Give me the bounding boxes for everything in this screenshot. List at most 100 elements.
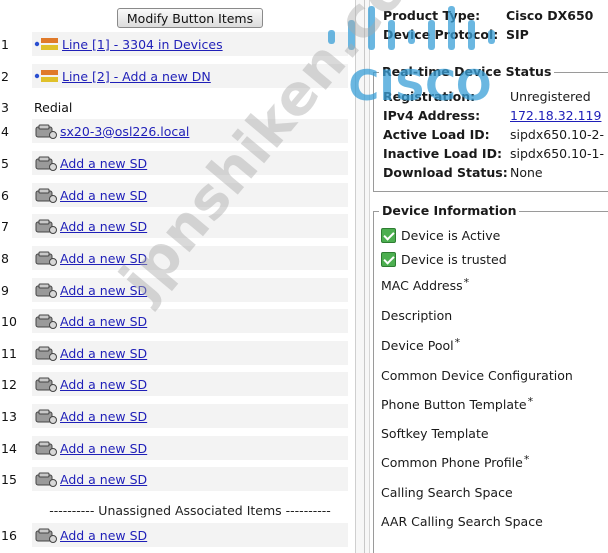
active-load-value: sipdx650.10-2- <box>510 127 604 142</box>
field-label-text: Device Pool <box>381 338 454 353</box>
download-status-row: Download Status: None <box>383 165 543 180</box>
button-row: 12 Add a new SD <box>0 372 356 396</box>
button-number: 15 <box>1 471 17 487</box>
field-label-text: Phone Button Template <box>381 397 527 412</box>
button-row: 1 Line [1] - 3304 in Devices <box>0 32 356 56</box>
required-marker: * <box>463 276 470 289</box>
add-new-sd-link[interactable]: Add a new SD <box>60 251 147 266</box>
button-number: 6 <box>1 187 9 203</box>
required-marker: * <box>454 336 461 349</box>
button-number: 10 <box>1 313 17 329</box>
button-number: 9 <box>1 282 9 298</box>
line-phone-icon <box>34 70 58 82</box>
field-label-text: Description <box>381 308 453 323</box>
button-row: 7 Add a new SD <box>0 214 356 238</box>
line-1-link[interactable]: Line [1] - 3304 in Devices <box>62 37 223 52</box>
line-2-link[interactable]: Line [2] - Add a new DN <box>62 69 211 84</box>
button-items-panel: Modify Button Items 1 Line [1] - 3304 in… <box>0 0 356 553</box>
field-label-common-device-configuration: Common Device Configuration <box>381 368 573 383</box>
button-row: 11 Add a new SD <box>0 341 356 365</box>
button-cell: Add a new SD <box>32 214 348 238</box>
speed-dial-icon <box>35 441 57 456</box>
button-cell: Add a new SD <box>32 151 348 175</box>
speed-dial-icon <box>35 314 57 329</box>
divider-line <box>364 0 365 553</box>
button-cell: Add a new SD <box>32 278 348 302</box>
panel-divider[interactable] <box>356 0 370 553</box>
button-number: 16 <box>1 527 17 543</box>
button-number: 14 <box>1 440 17 456</box>
inactive-load-label: Inactive Load ID: <box>383 146 502 161</box>
redial-label: Redial <box>34 99 73 115</box>
button-cell: Add a new SD <box>32 341 348 365</box>
add-new-sd-link[interactable]: Add a new SD <box>60 283 147 298</box>
add-new-sd-link[interactable]: Add a new SD <box>60 441 147 456</box>
registration-label: Registration: <box>383 89 476 104</box>
button-number: 7 <box>1 218 9 234</box>
modify-button-items-button[interactable]: Modify Button Items <box>117 8 263 28</box>
field-label-calling-search-space: Calling Search Space <box>381 485 513 500</box>
add-new-sd-link[interactable]: Add a new SD <box>60 377 147 392</box>
ipv4-label: IPv4 Address: <box>383 108 481 123</box>
button-number: 2 <box>1 68 9 84</box>
button-cell: sx20-3@osl226.local <box>32 119 348 143</box>
device-protocol-label: Device Protocol: <box>383 27 499 42</box>
add-new-sd-link[interactable]: Add a new SD <box>60 346 147 361</box>
field-label-text: AAR Calling Search Space <box>381 514 543 529</box>
line-phone-icon <box>34 38 58 50</box>
required-marker: * <box>523 453 530 466</box>
add-new-sd-link[interactable]: Add a new SD <box>60 188 147 203</box>
button-row: 2 Line [2] - Add a new DN <box>0 64 356 88</box>
add-new-sd-link[interactable]: Add a new SD <box>60 472 147 487</box>
button-cell: Add a new SD <box>32 309 348 333</box>
ipv4-link[interactable]: 172.18.32.119 <box>510 108 601 123</box>
button-cell: Add a new SD <box>32 436 348 460</box>
field-label-softkey-template: Softkey Template <box>381 426 489 441</box>
inactive-load-row: Inactive Load ID: sipdx650.10-1- <box>383 146 604 161</box>
field-label-aar-calling-search-space: AAR Calling Search Space <box>381 514 543 529</box>
download-status-label: Download Status: <box>383 165 508 180</box>
speed-dial-link[interactable]: sx20-3@osl226.local <box>60 124 189 139</box>
button-cell: Add a new SD <box>32 467 348 491</box>
checkmark-icon <box>381 228 396 243</box>
speed-dial-icon <box>35 124 57 139</box>
speed-dial-icon <box>35 472 57 487</box>
add-new-sd-link[interactable]: Add a new SD <box>60 219 147 234</box>
field-label-device-pool: Device Pool* <box>381 336 461 353</box>
active-load-row: Active Load ID: sipdx650.10-2- <box>383 127 604 142</box>
button-number: 11 <box>1 345 17 361</box>
download-status-value: None <box>510 165 543 180</box>
speed-dial-icon <box>35 156 57 171</box>
device-trusted-row: Device is trusted <box>381 252 507 267</box>
inactive-load-value: sipdx650.10-1- <box>510 146 604 161</box>
device-protocol-value: SIP <box>506 27 529 42</box>
button-row: 8 Add a new SD <box>0 246 356 270</box>
speed-dial-icon <box>35 377 57 392</box>
device-trusted-text: Device is trusted <box>401 252 507 267</box>
add-new-sd-link[interactable]: Add a new SD <box>60 314 147 329</box>
ipv4-row: IPv4 Address: 172.18.32.119 <box>383 108 601 123</box>
device-active-text: Device is Active <box>401 228 501 243</box>
button-number: 5 <box>1 155 9 171</box>
product-type-value: Cisco DX650 <box>506 8 594 23</box>
add-new-sd-link[interactable]: Add a new SD <box>60 528 147 543</box>
unassigned-items-separator: ---------- Unassigned Associated Items -… <box>49 503 331 518</box>
add-new-sd-link[interactable]: Add a new SD <box>60 409 147 424</box>
product-type-label: Product Type: <box>383 8 481 23</box>
field-label-phone-button-template: Phone Button Template* <box>381 395 533 412</box>
button-number: 1 <box>1 36 9 52</box>
button-row: 13 Add a new SD <box>0 404 356 428</box>
button-row: 9 Add a new SD <box>0 278 356 302</box>
checkmark-icon <box>381 252 396 267</box>
add-new-sd-link[interactable]: Add a new SD <box>60 156 147 171</box>
active-load-label: Active Load ID: <box>383 127 490 142</box>
button-number: 8 <box>1 250 9 266</box>
device-details-panel: Product Type: Cisco DX650 Device Protoco… <box>371 0 608 553</box>
field-label-text: Common Device Configuration <box>381 368 573 383</box>
button-row: 10 Add a new SD <box>0 309 356 333</box>
button-row: 15 Add a new SD <box>0 467 356 491</box>
button-cell: Line [2] - Add a new DN <box>32 64 348 88</box>
realtime-status-legend: Real-time Device Status <box>379 64 555 79</box>
speed-dial-icon <box>35 409 57 424</box>
button-cell: Add a new SD <box>32 246 348 270</box>
